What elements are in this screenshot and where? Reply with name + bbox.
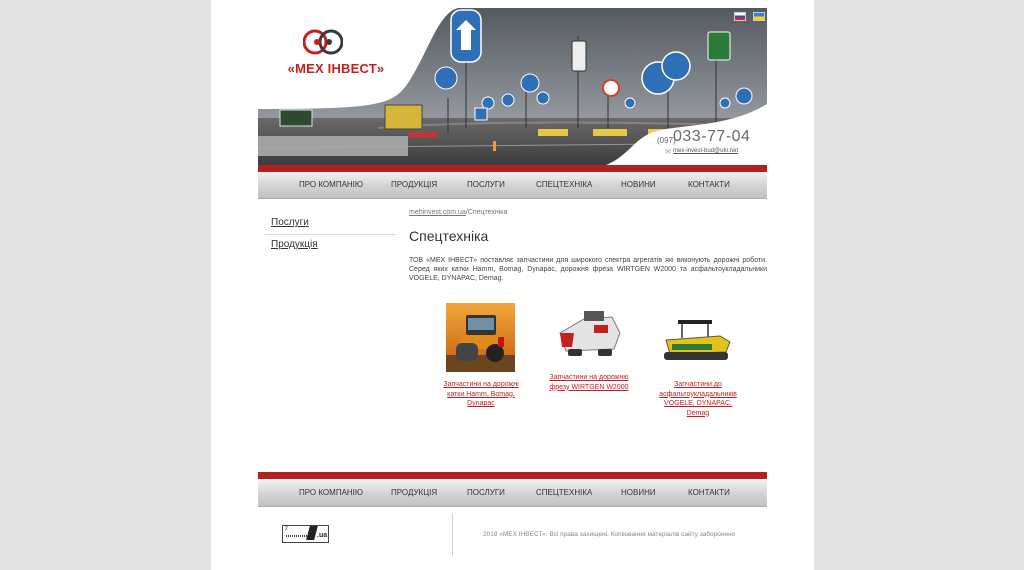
- intro-text: ТОВ «МЕХ ІНВЕСТ» поставляє запчастини дл…: [409, 257, 767, 282]
- road-milling-machine-image[interactable]: [554, 303, 624, 363]
- footer-nav-news[interactable]: НОВИНИ: [621, 480, 656, 506]
- footer-nav-special-equipment[interactable]: СПЕЦТЕХНІКА: [536, 480, 592, 506]
- phone-number: 033-77-04: [673, 128, 751, 145]
- sidebar-item-products[interactable]: Продукція: [271, 239, 318, 250]
- product-link-rollers[interactable]: Запчастини на дорожні катки Hamm, Bomag,…: [436, 380, 526, 409]
- sidebar-item-services[interactable]: Послуги: [271, 217, 309, 228]
- logo-icon: [303, 29, 343, 55]
- footer-nav-about[interactable]: ПРО КОМПАНІЮ: [299, 480, 363, 506]
- breadcrumb-current: Спецтехніка: [467, 209, 508, 216]
- nav-item-services[interactable]: ПОСЛУГИ: [467, 172, 505, 198]
- nav-item-news[interactable]: НОВИНИ: [621, 172, 656, 198]
- product-link-pavers[interactable]: Запчастини до асфальтоукладальників VOGE…: [648, 380, 748, 418]
- breadcrumb-home-link[interactable]: mehinvest.com.ua: [409, 209, 466, 216]
- copyright-text: 2018 «МЕХ ІНВЕСТ». Всі права захищені. К…: [483, 531, 736, 538]
- language-ru-flag-icon[interactable]: [734, 12, 746, 21]
- asphalt-paver-image[interactable]: [660, 318, 734, 364]
- footer-nav-contacts[interactable]: КОНТАКТИ: [688, 480, 730, 506]
- header-red-bar: [258, 165, 767, 172]
- footer-red-bar: [258, 472, 767, 479]
- road-roller-image[interactable]: [446, 303, 515, 372]
- email-link[interactable]: mex-invest-bud@ukr.net: [673, 148, 738, 154]
- main-nav: ПРО КОМПАНІЮ ПРОДУКЦІЯ ПОСЛУГИ СПЕЦТЕХНІ…: [258, 172, 767, 199]
- logo-text[interactable]: «МЕХ ІНВЕСТ»: [276, 61, 396, 76]
- mail-icon: ✉: [665, 149, 671, 156]
- breadcrumb: mehinvest.com.ua/Спецтехніка: [409, 209, 507, 216]
- visit-counter-badge[interactable]: 2 .ua: [282, 525, 329, 543]
- nav-item-contacts[interactable]: КОНТАКТИ: [688, 172, 730, 198]
- footer-nav: ПРО КОМПАНІЮ ПРОДУКЦІЯ ПОСЛУГИ СПЕЦТЕХНІ…: [258, 480, 767, 507]
- nav-item-products[interactable]: ПРОДУКЦІЯ: [391, 172, 437, 198]
- footer-divider: [452, 514, 453, 556]
- footer-nav-products[interactable]: ПРОДУКЦІЯ: [391, 480, 437, 506]
- counter-graph-icon: [286, 535, 308, 537]
- nav-item-about[interactable]: ПРО КОМПАНІЮ: [299, 172, 363, 198]
- language-ua-flag-icon[interactable]: [753, 12, 765, 21]
- page-title: Спецтехніка: [409, 228, 489, 244]
- header-banner: «МЕХ ІНВЕСТ» (097) 033-77-04 ✉ mex-inves…: [258, 8, 767, 165]
- sidebar-divider: [265, 234, 396, 235]
- page-wrapper: «МЕХ ІНВЕСТ» (097) 033-77-04 ✉ mex-inves…: [211, 0, 814, 570]
- nav-item-special-equipment[interactable]: СПЕЦТЕХНІКА: [536, 172, 592, 198]
- footer-nav-services[interactable]: ПОСЛУГИ: [467, 480, 505, 506]
- content-column: «МЕХ ІНВЕСТ» (097) 033-77-04 ✉ mex-inves…: [258, 0, 767, 570]
- product-link-milling[interactable]: Запчастини на дорожню фрезу WIRTGEN W200…: [541, 373, 637, 392]
